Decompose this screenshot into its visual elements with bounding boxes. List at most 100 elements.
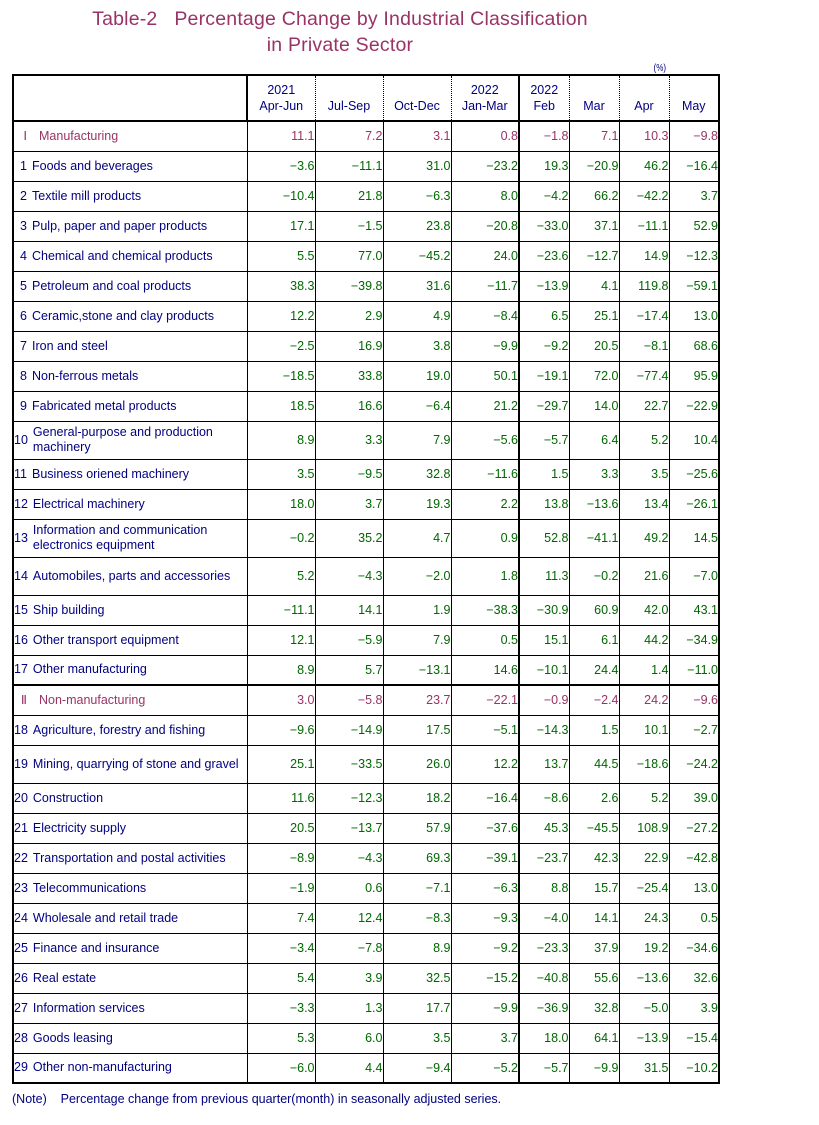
table-cell-value: 6.1 (568, 624, 620, 656)
row-number: 14 (14, 568, 28, 583)
table-cell-value: −13.6 (618, 962, 670, 994)
table-row: 28 Goods leasing 5.3 6.0 3.5 3.7 18.0 64.1 −13.9… (12, 1022, 719, 1054)
table-cell-value: −5.0 (618, 992, 670, 1024)
row-label-text: Construction (32, 790, 104, 805)
table-body: Ⅰ Manufacturing 11.1 7.2 3.1 0.8 −1.8 7.1 10.3 −9… (12, 120, 719, 1084)
table-cell-value: −9.8 (668, 120, 719, 152)
table-cell-value: 52.8 (519, 518, 570, 558)
table-cell-value: −77.4 (618, 360, 670, 392)
table-cell-value: −34.9 (668, 624, 719, 656)
table-cell-value: −2.7 (668, 714, 719, 746)
row-label-inner: 1 Foods and beverages (14, 159, 247, 174)
table-cell-value: 14.9 (618, 240, 670, 272)
table-section-row: Ⅰ Manufacturing 11.1 7.2 3.1 0.8 −1.8 7.1 10.3 −9… (12, 120, 719, 152)
table-cell-value: 12.2 (247, 300, 316, 332)
table-cell-value: 43.1 (668, 594, 719, 626)
table-cell-value: 46.2 (618, 150, 670, 182)
row-label-inner: 14 Automobiles, parts and accessories (14, 569, 247, 584)
row-label-text: Foods and beverages (32, 158, 153, 173)
row-number: 24 (14, 910, 28, 925)
table-row: 19 Mining, quarrying of stone and gravel 2… (12, 744, 719, 784)
table-cell-value: 37.1 (568, 210, 620, 242)
table-cell-value: 55.6 (568, 962, 620, 994)
header-quarter-2-period: Oct-Dec (394, 98, 440, 113)
table-cell-value: −5.2 (450, 1052, 520, 1084)
row-label-cell: 17 Other manufacturing (12, 654, 248, 686)
row-label-inner: 7 Iron and steel (14, 339, 247, 354)
table-cell-value: −22.9 (668, 390, 719, 422)
table-cell-value: 6.5 (519, 300, 570, 332)
table-cell-value: −9.3 (450, 902, 520, 934)
table-cell-value: 5.5 (247, 240, 316, 272)
table-cell-value: −7.0 (668, 556, 719, 596)
row-label-inner: 20 Construction (14, 791, 247, 806)
table-cell-value: 13.0 (668, 300, 719, 332)
table-cell-value: 60.9 (568, 594, 620, 626)
row-label-cell: 12 Electrical machinery (12, 488, 248, 520)
table-row: 22 Transportation and postal activities −8… (12, 842, 719, 874)
table-row: 11 Business oriened machinery 3.5 −9.5 32.8−… (12, 458, 719, 490)
header-month-3: May (668, 74, 719, 122)
row-number: 5 (20, 278, 27, 293)
table-cell-value: −9.6 (247, 714, 316, 746)
row-label-text: Telecommunications (32, 880, 147, 895)
table-cell-value: 0.8 (450, 120, 520, 152)
header-month-2-year (620, 83, 669, 98)
row-label-text: Mining, quarrying of stone and gravel (32, 756, 239, 771)
table-cell-value: 0.6 (314, 872, 384, 904)
table-cell-value: 42.3 (568, 842, 620, 874)
header-quarter-0-period: Apr-Jun (259, 98, 304, 113)
table-cell-value: 3.7 (668, 180, 719, 212)
table-cell-value: 35.2 (314, 518, 384, 558)
row-number: 23 (14, 880, 28, 895)
table-cell-value: 1.9 (382, 594, 452, 626)
table-cell-value: 11.3 (519, 556, 570, 596)
table-cell-value: −0.2 (247, 518, 316, 558)
table-cell-value: −4.0 (519, 902, 570, 934)
table-cell-value: −8.9 (247, 842, 316, 874)
table-cell-value: 12.4 (314, 902, 384, 934)
table-cell-value: 7.2 (314, 120, 384, 152)
row-number: 1 (20, 158, 27, 173)
row-label-inner: 26 Real estate (14, 971, 247, 986)
table-cell-value: 4.1 (568, 270, 620, 302)
row-number: 22 (14, 850, 28, 865)
row-label-text: Goods leasing (32, 1030, 113, 1045)
row-number: 21 (14, 820, 28, 835)
row-label-inner: 16 Other transport equipment (14, 633, 247, 648)
table-cell-value: −7.1 (382, 872, 452, 904)
table-cell-value: −10.1 (519, 654, 570, 686)
table-row: 23 Telecommunications −1.9 0.6 −7.1 −6.3 8.8 15… (12, 872, 719, 904)
row-number: Ⅰ (23, 128, 27, 143)
table-cell-value: 11.1 (247, 120, 316, 152)
row-number: 11 (14, 466, 27, 481)
row-label-text: Information and communication electronic… (32, 523, 208, 552)
table-cell-value: 18.0 (247, 488, 316, 520)
table-cell-value: −18.5 (247, 360, 316, 392)
row-label-inner: 21 Electricity supply (14, 821, 247, 836)
header-quarter-1-year (316, 83, 383, 98)
table-cell-value: 4.9 (382, 300, 452, 332)
table-cell-value: 3.7 (314, 488, 384, 520)
header-month-0-period: Feb (533, 98, 556, 113)
table-cell-value: 24.0 (450, 240, 520, 272)
table-cell-value: −2.5 (247, 330, 316, 362)
table-cell-value: −12.3 (314, 782, 384, 814)
row-label-text: Wholesale and retail trade (32, 910, 179, 925)
table-cell-value: −36.9 (519, 992, 570, 1024)
unit-label: (%) (653, 63, 667, 74)
row-label-inner: 23 Telecommunications (14, 881, 247, 896)
row-label-cell: 6 Ceramic,stone and clay products (12, 300, 248, 332)
row-label-text: Non-ferrous metals (32, 368, 139, 383)
table-cell-value: 18.5 (247, 390, 316, 422)
table-cell-value: 17.1 (247, 210, 316, 242)
header-quarter-2-year (384, 83, 451, 98)
row-label-text: Transportation and postal activities (32, 850, 226, 865)
row-label-inner: 11 Business oriened machinery (14, 467, 247, 482)
row-label-cell: 21 Electricity supply (12, 812, 248, 844)
table-cell-value: −26.1 (668, 488, 719, 520)
header-quarter-3: 2022 Jan-Mar (450, 74, 520, 122)
table-row: 5 Petroleum and coal products 38.3 −39.8 31.… (12, 270, 719, 302)
table-cell-value: −13.7 (314, 812, 384, 844)
table-cell-value: −13.1 (382, 654, 452, 686)
